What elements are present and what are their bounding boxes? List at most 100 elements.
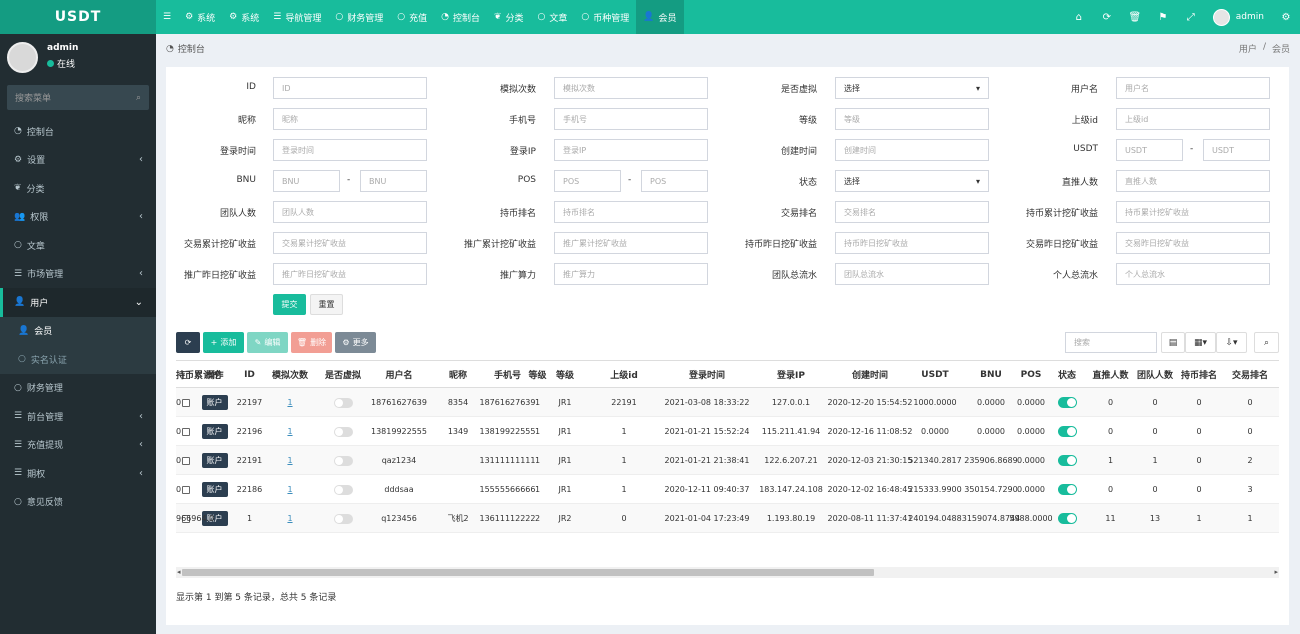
column-header[interactable]: 团队人数 [1133,361,1177,388]
fullscreen-icon[interactable]: ⤢ [1177,0,1205,34]
export-button[interactable]: ⇩▾ [1216,332,1247,353]
sidebar-item[interactable]: 👤 用户 ⌄ [0,288,156,317]
sidebar-item[interactable]: ❦ 分类 [0,174,156,203]
filter-range-min-input[interactable]: USDT [1116,139,1183,161]
sidebar-item[interactable]: ☰ 前台管理 ‹ [0,402,156,431]
filter-input[interactable]: 个人总流水 [1116,263,1270,285]
home-icon[interactable]: ⌂ [1065,0,1093,34]
scrollbar-thumb[interactable] [182,569,874,576]
column-header[interactable]: 创建时间 [836,361,904,388]
language-icon[interactable]: ⚑ [1149,0,1177,34]
filter-input[interactable]: 推广昨日挖矿收益 [273,263,427,285]
table-search-input[interactable]: 搜索 [1065,332,1157,353]
sim-count-link[interactable]: 1 [287,398,292,407]
filter-input[interactable]: 直推人数 [1116,170,1270,192]
status-toggle[interactable] [1057,455,1077,466]
status-toggle[interactable] [1057,484,1077,495]
horizontal-scrollbar[interactable]: ◂ ▸ [176,567,1279,578]
filter-input[interactable]: 登录时间 [273,139,427,161]
filter-input[interactable]: 交易昨日挖矿收益 [1116,232,1270,254]
sidebar-item[interactable]: ⚙ 设置 ‹ [0,146,156,175]
filter-input[interactable]: 交易累计挖矿收益 [273,232,427,254]
column-header[interactable]: 是否虚拟 [314,361,372,388]
search-icon[interactable]: ⌕ [136,93,141,103]
scroll-right-icon[interactable]: ▸ [1274,567,1278,578]
column-header[interactable]: USDT [904,361,966,388]
column-header[interactable]: 登录IP [746,361,836,388]
sidebar-item[interactable]: ☰ 期权 ‹ [0,459,156,488]
column-header[interactable]: 持币排名 [1177,361,1221,388]
virtual-toggle[interactable] [333,455,353,466]
column-header[interactable]: 持币累计挖 [176,361,221,388]
filter-range-max-input[interactable]: USDT [1203,139,1270,161]
filter-select[interactable]: 选择 ▾ [835,170,989,192]
status-toggle[interactable] [1057,426,1077,437]
columns-button[interactable]: ▦▾ [1185,332,1216,353]
sidebar-item[interactable]: ☰ 市场管理 ‹ [0,260,156,289]
column-header[interactable]: 等级 [525,361,550,388]
column-header[interactable]: POS [1016,361,1046,388]
filter-input[interactable]: 推广算力 [554,263,708,285]
column-header[interactable]: 手机号 [490,361,525,388]
column-header[interactable]: 交易排名 [1221,361,1279,388]
filter-range-min-input[interactable]: BNU [273,170,340,192]
filter-input[interactable]: 模拟次数 [554,77,708,99]
column-header[interactable]: 昵称 [426,361,490,388]
sidebar-search-input[interactable]: 搜索菜单 ⌕ [7,85,149,110]
column-header[interactable]: 状态 [1046,361,1088,388]
sidebar-item[interactable]: ○ 文章 [0,231,156,260]
topnav-item[interactable]: ○ 财务管理 [328,0,390,34]
topnav-item[interactable]: ○ 币种管理 [574,0,636,34]
submit-button[interactable]: 提交 [273,294,306,315]
column-header[interactable]: 用户名 [372,361,426,388]
column-header[interactable]: 登录时间 [668,361,746,388]
column-header[interactable]: 上级id [580,361,668,388]
filter-select[interactable]: 选择 ▾ [835,77,989,99]
breadcrumb-item[interactable]: 用户 [1239,42,1257,55]
filter-input[interactable]: 持币累计挖矿收益 [1116,201,1270,223]
topnav-item[interactable]: ○ 文章 [531,0,575,34]
filter-input[interactable]: 持币排名 [554,201,708,223]
refresh-button[interactable]: ⟳ [176,332,200,353]
filter-input[interactable]: 推广累计挖矿收益 [554,232,708,254]
filter-input[interactable]: 上级id [1116,108,1270,130]
status-toggle[interactable] [1057,397,1077,408]
filter-input[interactable]: 交易排名 [835,201,989,223]
column-header[interactable]: 等级 [550,361,580,388]
scroll-left-icon[interactable]: ◂ [177,567,181,578]
column-header[interactable]: 模拟次数 [266,361,314,388]
more-button[interactable]: ⚙ 更多 [335,332,376,353]
sidebar-toggle-button[interactable]: ☰ [156,0,178,34]
virtual-toggle[interactable] [333,484,353,495]
sidebar-item[interactable]: 👤 会员 [0,316,156,345]
filter-input[interactable]: 昵称 [273,108,427,130]
virtual-toggle[interactable] [333,426,353,437]
refresh-icon[interactable]: ⟳ [1093,0,1121,34]
filter-range-max-input[interactable]: BNU [360,170,427,192]
virtual-toggle[interactable] [333,513,353,524]
sidebar-item[interactable]: 👥 权限 ‹ [0,203,156,232]
column-header[interactable]: BNU [966,361,1016,388]
user-menu[interactable]: admin [1205,8,1272,26]
filter-range-max-input[interactable]: POS [641,170,708,192]
filter-input[interactable]: 持币昨日挖矿收益 [835,232,989,254]
sim-count-link[interactable]: 1 [287,514,292,523]
app-logo[interactable]: USDT [0,0,156,34]
topnav-item[interactable]: ⚙ 系统 [222,0,266,34]
topnav-item[interactable]: ○ 充值 [390,0,434,34]
topnav-item[interactable]: ❦ 分类 [487,0,531,34]
virtual-toggle[interactable] [333,397,353,408]
sim-count-link[interactable]: 1 [287,485,292,494]
add-button[interactable]: + 添加 [203,332,244,353]
delete-button[interactable]: 🗑 删除 [291,332,332,353]
sidebar-item[interactable]: ◔ 控制台 [0,117,156,146]
filter-input[interactable]: 登录IP [554,139,708,161]
column-header[interactable]: 直推人数 [1088,361,1133,388]
settings-icon[interactable]: ⚙ [1272,0,1300,34]
filter-input[interactable]: 手机号 [554,108,708,130]
common-search-button[interactable]: ⌕ [1254,332,1279,353]
column-header[interactable]: ID [233,361,266,388]
toggle-view-button[interactable]: ▤ [1161,332,1185,353]
filter-input[interactable]: 团队人数 [273,201,427,223]
reset-button[interactable]: 重置 [310,294,343,315]
